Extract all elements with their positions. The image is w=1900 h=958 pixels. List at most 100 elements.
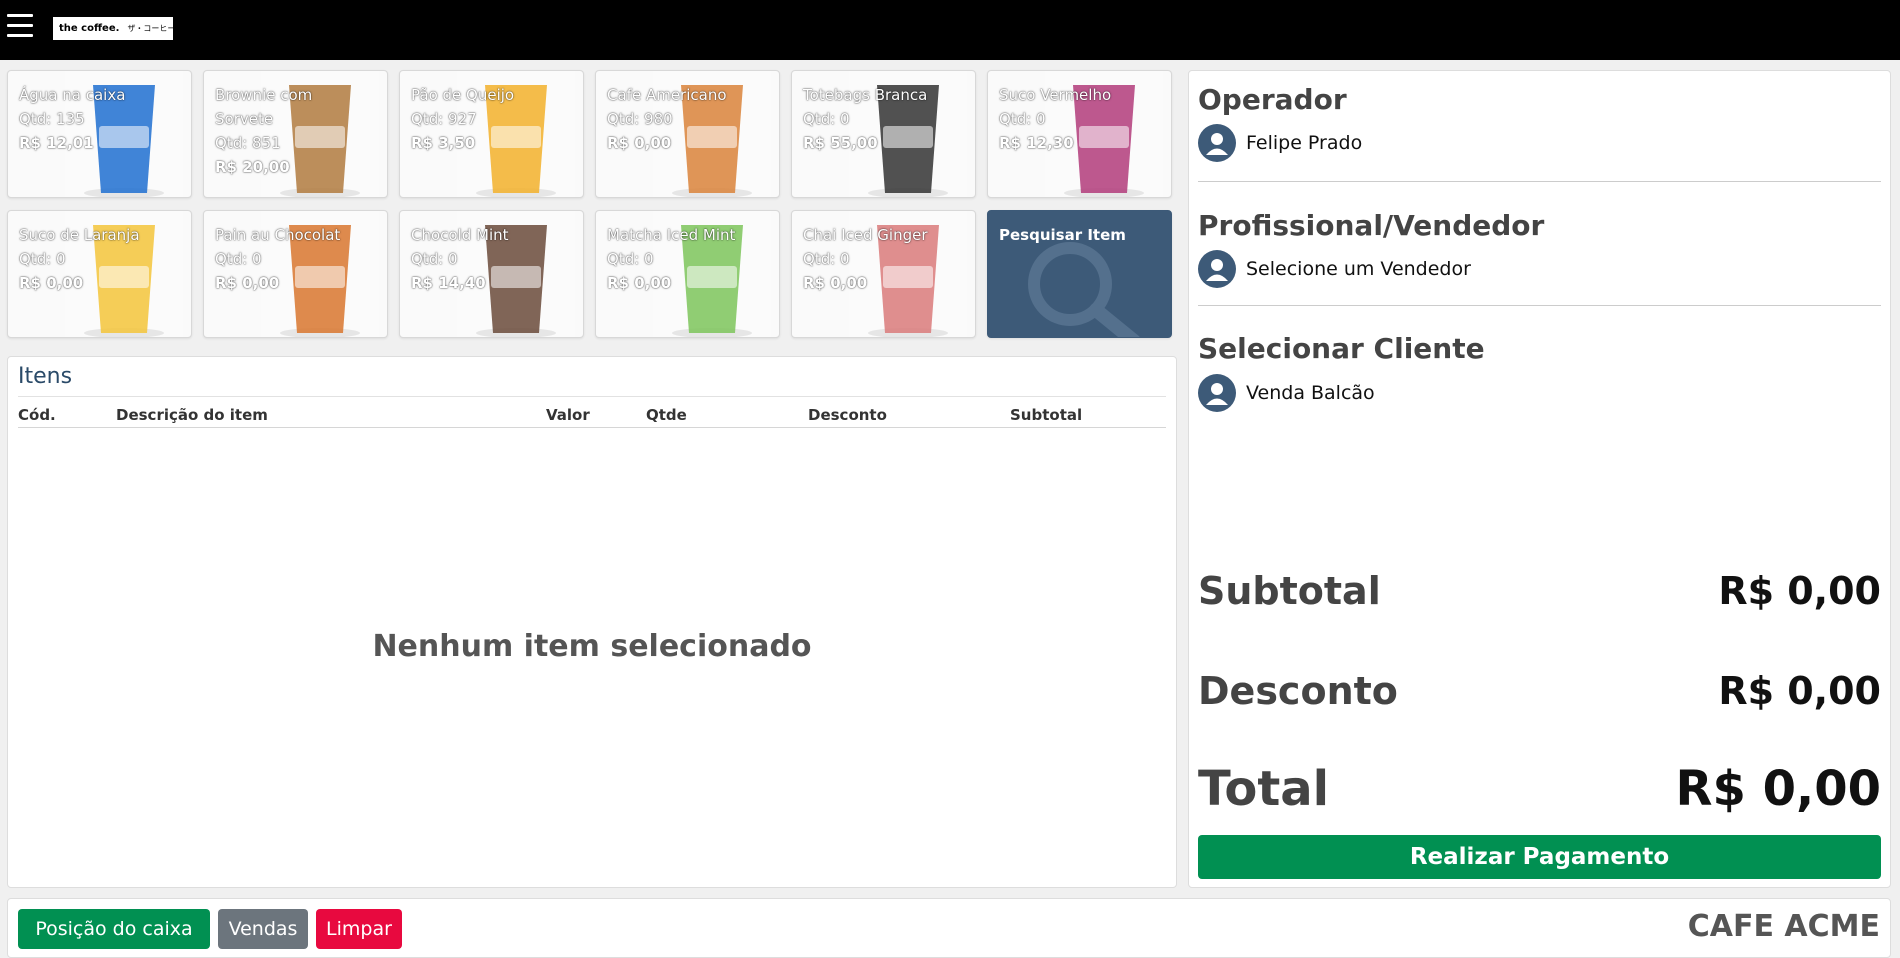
product-price: R$ 12,01 [19, 134, 94, 152]
items-title: Itens [18, 364, 73, 389]
seller-selector[interactable]: Selecione um Vendedor [1198, 250, 1471, 288]
product-info: Pain au Chocolat Qtd: 0 R$ 0,00 [215, 223, 365, 295]
product-price: R$ 0,00 [215, 274, 280, 292]
top-bar: the coffee. ザ・コーヒー [0, 0, 1900, 60]
discount-label: Desconto [1198, 669, 1398, 713]
operator-selector[interactable]: Felipe Prado [1198, 124, 1362, 162]
product-info: Suco de Laranja Qtd: 0 R$ 0,00 [19, 223, 169, 295]
product-name: Cafe Americano [607, 86, 727, 104]
product-tile-matcha-iced-mint[interactable]: Matcha Iced Mint Qtd: 0 R$ 0,00 [595, 210, 780, 338]
product-tile-suco-de-laranja[interactable]: Suco de Laranja Qtd: 0 R$ 0,00 [7, 210, 192, 338]
seller-name: Selecione um Vendedor [1246, 258, 1471, 280]
product-name: Matcha Iced Mint [607, 226, 736, 244]
clear-button[interactable]: Limpar [316, 909, 402, 949]
total-value: R$ 0,00 [1675, 761, 1882, 817]
user-icon [1198, 250, 1236, 288]
product-quantity: Qtd: 0 [607, 250, 654, 268]
client-title: Selecionar Cliente [1198, 332, 1485, 365]
logo-text: the coffee. [59, 23, 120, 34]
product-info: Cafe Americano Qtd: 980 R$ 0,00 [607, 83, 757, 155]
product-tile-cafe-americano[interactable]: Cafe Americano Qtd: 980 R$ 0,00 [595, 70, 780, 198]
product-tile-suco-vermelho[interactable]: Suco Vermelho Qtd: 0 R$ 12,30 [987, 70, 1172, 198]
divider [1198, 305, 1881, 306]
product-info: Chai Iced Ginger Qtd: 0 R$ 0,00 [803, 223, 953, 295]
product-tile-chai-iced-ginger[interactable]: Chai Iced Ginger Qtd: 0 R$ 0,00 [791, 210, 976, 338]
product-name: Água na caixa [19, 86, 126, 104]
sales-button[interactable]: Vendas [218, 909, 308, 949]
product-quantity: Qtd: 0 [215, 250, 262, 268]
product-info: Água na caixa Qtd: 135 R$ 12,01 [19, 83, 169, 155]
product-tile-pao-de-queijo[interactable]: Pão de Queijo Qtd: 927 R$ 3,50 [399, 70, 584, 198]
product-price: R$ 14,40 [411, 274, 486, 292]
product-name: Pain au Chocolat [215, 226, 341, 244]
total-label: Total [1198, 761, 1330, 817]
operator-title: Operador [1198, 83, 1347, 116]
product-name: Pão de Queijo [411, 86, 515, 104]
column-discount: Desconto [808, 406, 887, 424]
product-quantity: Qtd: 0 [19, 250, 66, 268]
product-tile-brownie-com-sorvete[interactable]: Brownie com Sorvete Qtd: 851 R$ 20,00 [203, 70, 388, 198]
product-price: R$ 3,50 [411, 134, 476, 152]
client-selector[interactable]: Venda Balcão [1198, 374, 1375, 412]
items-panel: Itens Cód. Descrição do item Valor Qtde … [7, 356, 1177, 888]
column-code: Cód. [18, 406, 56, 424]
product-quantity: Qtd: 980 [607, 110, 673, 128]
subtotal-label: Subtotal [1198, 569, 1381, 613]
column-subtotal: Subtotal [1010, 406, 1083, 424]
search-item-tile[interactable]: Pesquisar Item [987, 210, 1172, 338]
product-quantity: Qtd: 927 [411, 110, 477, 128]
user-icon [1198, 124, 1236, 162]
product-quantity: Qtd: 135 [19, 110, 85, 128]
product-tile-chocold-mint[interactable]: Chocold Mint Qtd: 0 R$ 14,40 [399, 210, 584, 338]
items-table-header: Cód. Descrição do item Valor Qtde Descon… [18, 406, 1166, 428]
product-info: Chocold Mint Qtd: 0 R$ 14,40 [411, 223, 561, 295]
subtotal-value: R$ 0,00 [1718, 569, 1881, 613]
product-price: R$ 0,00 [607, 274, 672, 292]
product-quantity: Qtd: 851 [215, 134, 281, 152]
order-summary-panel: Operador Felipe Prado Profissional/Vende… [1188, 70, 1891, 888]
product-name: Chocold Mint [411, 226, 509, 244]
product-info: Pão de Queijo Qtd: 927 R$ 3,50 [411, 83, 561, 155]
column-value: Valor [546, 406, 590, 424]
column-qty: Qtde [646, 406, 687, 424]
empty-items-message: Nenhum item selecionado [372, 629, 812, 664]
product-price: R$ 0,00 [19, 274, 84, 292]
operator-name: Felipe Prado [1246, 132, 1363, 154]
product-name: Suco de Laranja [19, 226, 140, 244]
product-info: Matcha Iced Mint Qtd: 0 R$ 0,00 [607, 223, 757, 295]
product-name: Brownie com Sorvete [215, 86, 313, 128]
user-icon [1198, 374, 1236, 412]
product-price: R$ 12,30 [999, 134, 1074, 152]
product-price: R$ 20,00 [215, 158, 290, 176]
product-info: Brownie com Sorvete Qtd: 851 R$ 20,00 [215, 83, 365, 179]
divider [18, 396, 1166, 397]
product-name: Suco Vermelho [999, 86, 1112, 104]
product-info: Totebags Branca Qtd: 0 R$ 55,00 [803, 83, 953, 155]
product-name: Chai Iced Ginger [803, 226, 928, 244]
product-tile-pain-au-chocolat[interactable]: Pain au Chocolat Qtd: 0 R$ 0,00 [203, 210, 388, 338]
logo-japanese-text: ザ・コーヒー [127, 24, 176, 33]
store-name: CAFE ACME [1687, 909, 1880, 944]
brand-logo: the coffee. ザ・コーヒー [53, 17, 176, 40]
column-description: Descrição do item [116, 406, 268, 424]
product-quantity: Qtd: 0 [411, 250, 458, 268]
cash-position-button[interactable]: Posição do caixa [18, 909, 210, 949]
product-name: Totebags Branca [803, 86, 928, 104]
make-payment-button[interactable]: Realizar Pagamento [1198, 835, 1881, 879]
seller-title: Profissional/Vendedor [1198, 209, 1545, 242]
menu-icon[interactable] [7, 14, 33, 40]
product-tile-agua-na-caixa[interactable]: Água na caixa Qtd: 135 R$ 12,01 [7, 70, 192, 198]
product-tile-totebags-branca[interactable]: Totebags Branca Qtd: 0 R$ 55,00 [791, 70, 976, 198]
product-quantity: Qtd: 0 [803, 250, 850, 268]
client-name: Venda Balcão [1246, 382, 1375, 404]
discount-value: R$ 0,00 [1718, 669, 1881, 713]
product-price: R$ 0,00 [607, 134, 672, 152]
product-price: R$ 0,00 [803, 274, 868, 292]
search-item-label: Pesquisar Item [999, 226, 1126, 244]
product-info: Suco Vermelho Qtd: 0 R$ 12,30 [999, 83, 1149, 155]
product-price: R$ 55,00 [803, 134, 878, 152]
divider [1198, 181, 1881, 182]
product-quantity: Qtd: 0 [803, 110, 850, 128]
bottom-bar: Posição do caixa Vendas Limpar CAFE ACME [7, 898, 1891, 958]
product-quantity: Qtd: 0 [999, 110, 1046, 128]
